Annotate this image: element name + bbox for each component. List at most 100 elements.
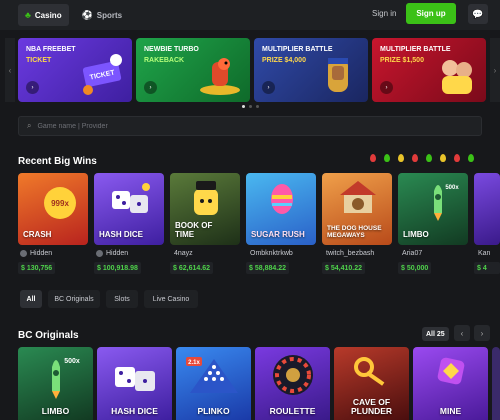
rocket-icon: 500x: [52, 358, 80, 399]
original-card-cave-of-plunder[interactable]: CAVE OF PLUNDER: [334, 347, 409, 420]
banner-subtitle: PRIZE $4,000: [262, 57, 306, 64]
banner-nba-freebet[interactable]: NBA FREEBET TICKET › TICKET: [18, 38, 132, 102]
sign-in-link[interactable]: Sign in: [372, 9, 396, 18]
winner-name[interactable]: twitch_bezbash: [326, 250, 374, 257]
winner-name[interactable]: Kan: [478, 250, 490, 257]
filter-all[interactable]: All: [20, 290, 42, 308]
winner-name: Hidden: [96, 250, 128, 257]
banner-subtitle: RAKEBACK: [144, 57, 185, 64]
win-card-game-name: BOOK OF TIME: [175, 221, 213, 239]
original-card-name: MINE: [439, 406, 462, 416]
banner-prev-button[interactable]: ‹: [5, 38, 15, 102]
holiday-ornaments: [370, 154, 474, 162]
arrow-right-icon: ›: [26, 81, 39, 94]
arrow-right-icon: ›: [262, 81, 275, 94]
tab-sports[interactable]: ⚽ Sports: [75, 4, 130, 26]
original-card-mine[interactable]: MINE: [413, 347, 488, 420]
win-amount: $ 50,000: [398, 262, 432, 274]
tab-casino[interactable]: ♣ Casino: [18, 4, 69, 26]
original-card-name: ROULETTE: [269, 406, 316, 416]
view-all-button[interactable]: All 25: [422, 327, 449, 341]
filter-live-casino[interactable]: Live Casino: [144, 290, 198, 308]
win-card-game-name: THE DOG HOUSE MEGAWAYS: [327, 225, 382, 239]
filter-slots[interactable]: Slots: [106, 290, 138, 308]
arrow-right-icon: ›: [380, 81, 393, 94]
win-card-game-name: CRASH: [23, 230, 52, 239]
dice-icon: [115, 367, 155, 391]
chevron-left-icon: ‹: [8, 65, 12, 75]
chevron-right-icon: ›: [493, 65, 497, 75]
win-card-hash-dice[interactable]: HASH DICE: [94, 173, 164, 245]
banner-newbie-turbo[interactable]: NEWBIE TURBO RAKEBACK ›: [136, 38, 250, 102]
winner-name[interactable]: 4nayz: [174, 250, 193, 257]
limbo-multiplier-badge: 500x: [445, 185, 459, 191]
dino-mascot-icon: [200, 58, 240, 95]
banner-subtitle: TICKET: [26, 57, 52, 64]
carousel-dot[interactable]: [249, 105, 252, 108]
search-icon: ⌕: [27, 121, 32, 130]
dice-icon: [112, 183, 150, 213]
win-amount: $ 100,918.98: [94, 262, 141, 274]
winner-name[interactable]: Ombknktrkwb: [250, 250, 293, 257]
egg-icon: [271, 184, 293, 214]
filter-bc-originals[interactable]: BC Originals: [48, 290, 100, 308]
original-card-name: LIMBO: [41, 406, 70, 416]
originals-prev-button[interactable]: ‹: [454, 325, 470, 341]
limbo-multiplier-badge: 500x: [64, 358, 80, 365]
original-card-limbo[interactable]: 500x LIMBO: [18, 347, 93, 420]
chevron-left-icon: ‹: [460, 328, 464, 338]
win-amount: $ 4: [474, 262, 500, 274]
original-card-roulette[interactable]: ROULETTE: [255, 347, 330, 420]
banner-multiplier-battle-1500[interactable]: MULTIPLIER BATTLE PRIZE $1,500 ›: [372, 38, 486, 102]
win-amount: $ 54,410.22: [322, 262, 365, 274]
banner-subtitle: PRIZE $1,500: [380, 57, 424, 64]
chevron-right-icon: ›: [480, 328, 484, 338]
carousel-dot[interactable]: [256, 105, 259, 108]
win-card-game-name: SUGAR RUSH: [251, 230, 305, 239]
win-card-sugar-rush[interactable]: SUGAR RUSH: [246, 173, 316, 245]
ball-icon: ⚽: [81, 9, 93, 20]
win-card-dog-house[interactable]: THE DOG HOUSE MEGAWAYS: [322, 173, 392, 245]
carousel-dots: [242, 105, 259, 108]
golden-key-icon: [354, 357, 385, 386]
win-card-book-of-time[interactable]: BOOK OF TIME: [170, 173, 240, 245]
club-icon: ♣: [25, 10, 31, 20]
winner-name[interactable]: Aria07: [402, 250, 422, 257]
sign-up-button[interactable]: Sign up: [406, 3, 456, 24]
search-bar[interactable]: ⌕: [18, 116, 482, 136]
carousel-dot[interactable]: [242, 105, 245, 108]
ticket-art-icon: TICKET: [82, 54, 122, 95]
search-input[interactable]: [37, 122, 338, 130]
original-card-hash-dice[interactable]: HASH DICE: [97, 347, 172, 420]
win-card-game-name: HASH DICE: [99, 230, 144, 239]
win-card-partial[interactable]: [474, 173, 500, 245]
winner-name: Hidden: [20, 250, 52, 257]
win-card-limbo[interactable]: 500x LIMBO: [398, 173, 468, 245]
banner-next-button[interactable]: ›: [490, 38, 500, 102]
win-card-game-name: LIMBO: [403, 230, 429, 239]
plinko-board-icon: 2.1x: [186, 357, 238, 393]
dog-house-icon: [340, 181, 376, 213]
recent-big-wins-title: Recent Big Wins: [18, 156, 97, 167]
original-card-partial[interactable]: [492, 347, 500, 420]
original-card-name: PLINKO: [197, 406, 230, 416]
anonymous-user-icon: [96, 250, 103, 257]
originals-next-button[interactable]: ›: [474, 325, 490, 341]
win-amount: $ 62,614.62: [170, 262, 213, 274]
win-card-crash[interactable]: 999x CRASH: [18, 173, 88, 245]
promo-carousel: NBA FREEBET TICKET › TICKET NEWBIE TURBO…: [18, 38, 500, 102]
chat-button[interactable]: 💬: [468, 4, 488, 24]
chat-icon: 💬: [472, 8, 484, 19]
plinko-multiplier-badge: 2.1x: [188, 360, 200, 366]
characters-art-icon: [442, 60, 472, 94]
original-card-plinko[interactable]: 2.1x PLINKO: [176, 347, 251, 420]
banner-title: NBA FREEBET: [26, 46, 76, 53]
rocket-icon: 500x: [434, 185, 459, 221]
original-card-name: CAVE OF PLUNDER: [350, 397, 393, 416]
tab-sports-label: Sports: [96, 10, 123, 20]
banner-title: NEWBIE TURBO: [144, 46, 199, 53]
clock-character-icon: [194, 181, 218, 215]
banner-multiplier-battle-4000[interactable]: MULTIPLIER BATTLE PRIZE $4,000 ›: [254, 38, 368, 102]
anonymous-user-icon: [20, 250, 27, 257]
arrow-right-icon: ›: [144, 81, 157, 94]
